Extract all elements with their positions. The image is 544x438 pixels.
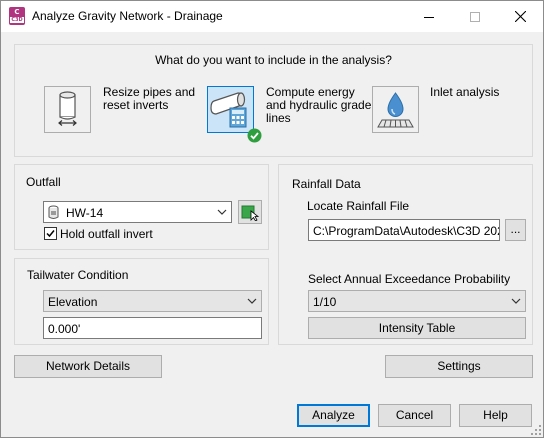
title-bar: C C3D Analyze Gravity Network - Drainage <box>1 1 543 32</box>
tailwater-value: 0.000' <box>48 322 81 336</box>
rainfall-file-path: C:\ProgramData\Autodesk\C3D 2021\ <box>313 224 500 238</box>
outfall-label: Outfall <box>26 175 61 189</box>
inlet-drop-icon <box>377 92 414 128</box>
pick-from-drawing-icon <box>241 205 259 221</box>
intensity-table-button[interactable]: Intensity Table <box>308 317 526 339</box>
chevron-down-icon <box>247 298 257 304</box>
resize-pipes-option[interactable] <box>44 86 91 133</box>
app-icon-letter: C <box>14 8 20 16</box>
cancel-button[interactable]: Cancel <box>378 404 451 427</box>
maximize-icon <box>470 11 480 22</box>
option-label-line: Inlet analysis <box>430 85 500 99</box>
inlet-analysis-label: Inlet analysis <box>430 86 499 99</box>
chevron-down-icon <box>217 209 227 215</box>
tailwater-group: Tailwater Condition Elevation 0.000' <box>14 258 269 345</box>
close-icon <box>514 11 526 22</box>
civil3d-app-icon: C C3D <box>9 7 25 25</box>
rainfall-file-label: Locate Rainfall File <box>307 199 410 213</box>
inlet-analysis-option[interactable] <box>372 86 419 133</box>
analysis-options-group: What do you want to include in the analy… <box>14 44 533 157</box>
checkmark-icon <box>46 230 55 238</box>
minimize-button[interactable] <box>406 1 452 32</box>
tailwater-value-input[interactable]: 0.000' <box>43 317 262 339</box>
option-label-line: lines <box>266 111 291 125</box>
dialog-window: C C3D Analyze Gravity Network - Drainage… <box>0 0 544 438</box>
resize-grip-icon[interactable] <box>531 425 542 436</box>
settings-button[interactable]: Settings <box>385 355 533 378</box>
option-label-line: reset inverts <box>103 98 169 112</box>
tailwater-label: Tailwater Condition <box>27 268 129 282</box>
maximize-button <box>452 1 498 32</box>
minimize-icon <box>424 16 434 18</box>
browse-rainfall-button[interactable]: ... <box>505 219 526 241</box>
selected-check-icon <box>247 128 262 143</box>
hydraulic-calculator-icon <box>210 92 247 128</box>
close-button[interactable] <box>497 1 543 32</box>
network-details-button[interactable]: Network Details <box>14 355 162 378</box>
outfall-group: Outfall HW-14 Hold outfall invert <box>14 164 269 250</box>
outfall-select[interactable]: HW-14 <box>43 201 232 223</box>
tailwater-type-value: Elevation <box>48 295 98 309</box>
tailwater-type-select[interactable]: Elevation <box>43 290 262 312</box>
help-button[interactable]: Help <box>459 404 532 427</box>
resize-pipes-label: Resize pipes and reset inverts <box>103 86 195 112</box>
structure-icon <box>48 205 59 219</box>
aep-label: Select Annual Exceedance Probability <box>308 272 511 286</box>
analyze-button[interactable]: Analyze <box>297 404 370 427</box>
window-title: Analyze Gravity Network - Drainage <box>32 9 223 23</box>
chevron-down-icon <box>511 298 521 304</box>
analysis-prompt: What do you want to include in the analy… <box>155 53 392 67</box>
rainfall-group: Rainfall Data Locate Rainfall File C:\Pr… <box>278 164 533 345</box>
app-icon-sublabel: C3D <box>10 17 24 23</box>
rainfall-label: Rainfall Data <box>292 177 361 191</box>
aep-value: 1/10 <box>313 295 337 309</box>
outfall-value: HW-14 <box>66 206 104 220</box>
hold-outfall-invert-label: Hold outfall invert <box>60 227 153 241</box>
rainfall-file-input[interactable]: C:\ProgramData\Autodesk\C3D 2021\ <box>308 219 500 241</box>
pick-outfall-button[interactable] <box>238 200 262 224</box>
hold-outfall-invert-checkbox[interactable] <box>44 227 57 240</box>
compute-hydraulic-label: Compute energy and hydraulic grade lines <box>266 86 371 125</box>
resize-pipe-icon <box>58 91 77 126</box>
aep-select[interactable]: 1/10 <box>308 290 526 312</box>
compute-hydraulic-option[interactable] <box>207 86 254 133</box>
